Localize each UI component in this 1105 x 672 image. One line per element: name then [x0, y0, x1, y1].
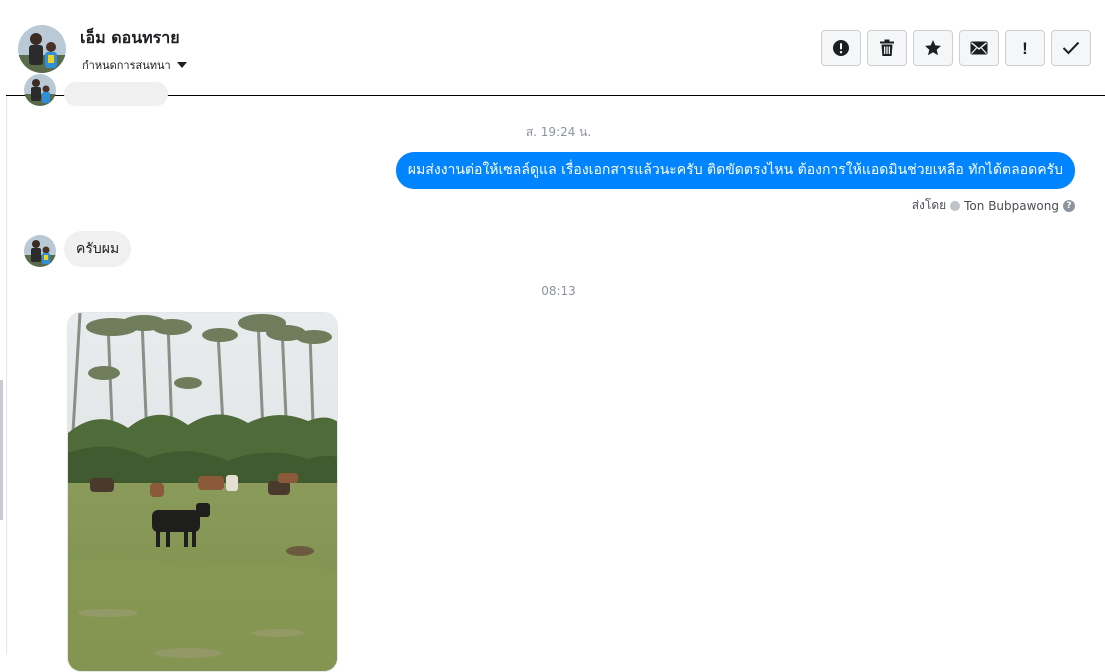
envelope-icon [970, 41, 988, 55]
sent-by-info: ส่งโดย Ton Bubpawong ? [912, 196, 1075, 215]
done-button[interactable] [1051, 30, 1091, 66]
toolbar: ! [821, 30, 1091, 66]
message-bubble-partial [64, 82, 168, 106]
contact-name: เอ็ม ดอนทราย [80, 28, 180, 47]
incoming-message-bubble[interactable]: ครับผม [64, 231, 132, 267]
conversation-setting-label: กำหนดการสนทนา [82, 59, 171, 72]
avatar[interactable] [24, 235, 56, 267]
star-icon [925, 40, 941, 56]
sent-by-name[interactable]: Ton Bubpawong [964, 199, 1059, 213]
alert-circle-icon [833, 40, 849, 56]
check-icon [1062, 41, 1080, 55]
exclamation-icon: ! [1022, 38, 1028, 58]
mark-unread-button[interactable] [959, 30, 999, 66]
report-button[interactable] [821, 30, 861, 66]
avatar[interactable] [18, 25, 66, 73]
timestamp: 08:13 [541, 284, 576, 298]
timestamp: ส. 19:24 น. [525, 125, 592, 139]
help-icon[interactable]: ? [1063, 199, 1075, 212]
left-scrollbar[interactable] [0, 380, 3, 520]
verified-dot-icon [950, 200, 961, 211]
conversation-setting-dropdown[interactable]: กำหนดการสนทนา [82, 56, 187, 74]
avatar[interactable] [24, 74, 56, 106]
outgoing-message-bubble[interactable]: ผมส่งงานต่อให้เซลล์ดูแล เรื่องเอกสารแล้ว… [395, 152, 1075, 189]
trash-icon [880, 39, 894, 56]
sent-by-label: ส่งโดย [911, 198, 947, 212]
caret-down-icon [176, 62, 187, 68]
left-panel-edge [0, 0, 7, 655]
conversation-header: เอ็ม ดอนทราย กำหนดการสนทนา ! [6, 0, 1105, 96]
photo-attachment[interactable] [67, 312, 338, 672]
important-button[interactable]: ! [1005, 30, 1045, 66]
star-button[interactable] [913, 30, 953, 66]
delete-button[interactable] [867, 30, 907, 66]
